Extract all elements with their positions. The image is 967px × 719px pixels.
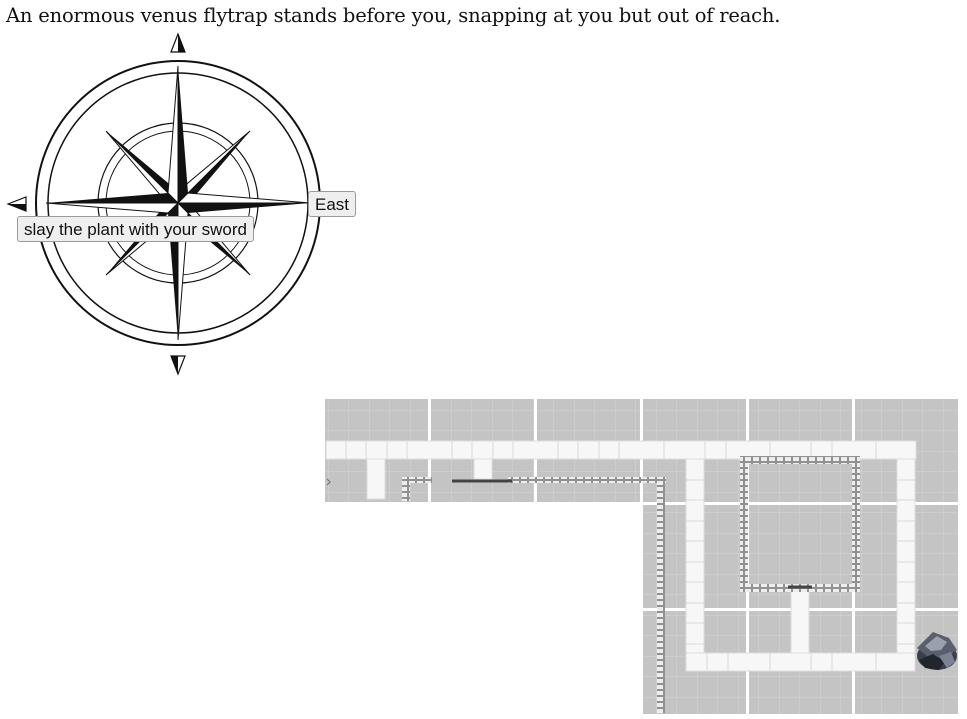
map-paths [325,440,917,672]
path-tile-seams [345,441,915,671]
rock-creature-icon [917,632,957,670]
scene-description: An enormous venus flytrap stands before … [6,4,781,27]
map-walls [402,456,860,713]
compass-rose [6,32,321,376]
map-doors [452,479,812,589]
slay-plant-button[interactable]: slay the plant with your sword [17,216,254,242]
compass-cardinal-points [45,65,311,341]
map-tiles [325,399,958,714]
north-arrow-icon[interactable] [170,32,186,53]
east-button[interactable]: East [308,191,357,217]
map-exit-marker [326,478,331,486]
south-arrow-icon[interactable] [170,355,186,376]
west-arrow-icon[interactable] [6,196,27,212]
